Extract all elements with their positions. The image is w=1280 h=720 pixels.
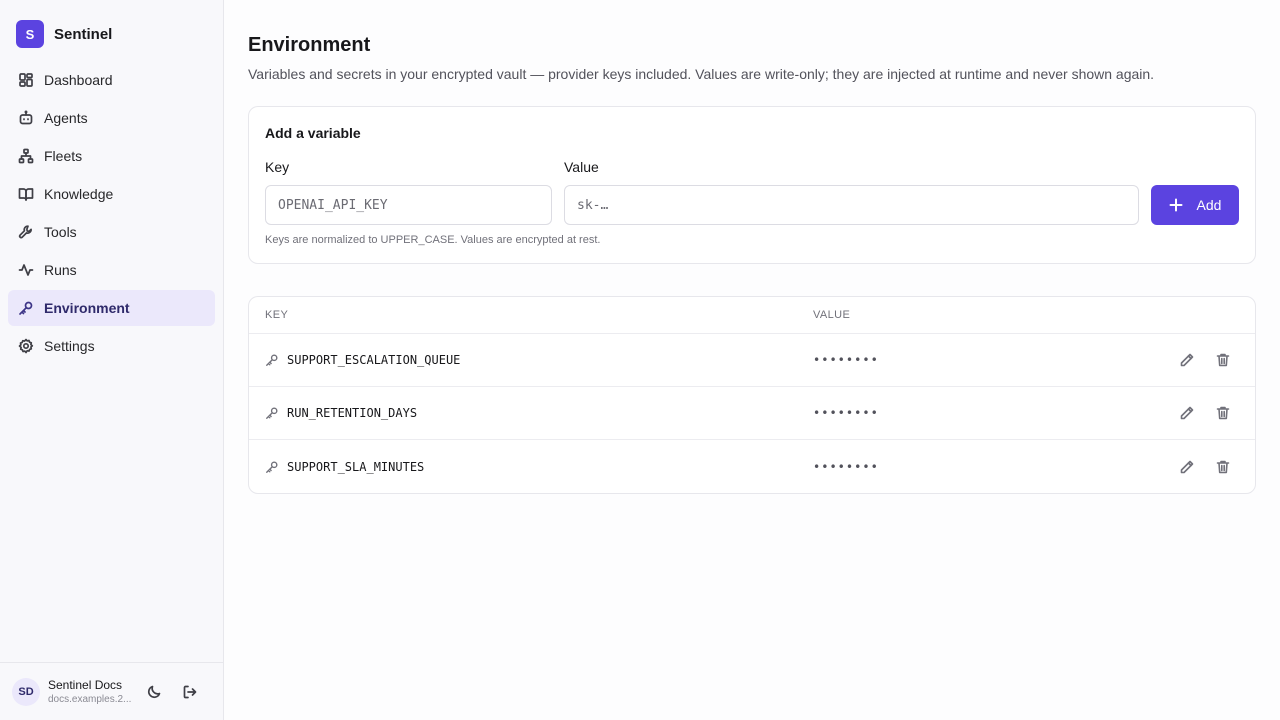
sidebar-item-label: Knowledge [44,186,114,202]
edit-button[interactable] [1173,346,1201,374]
row-value-masked: •••••••• [813,459,879,474]
bot-icon [18,110,34,126]
wrench-icon [18,224,34,240]
column-header-key: KEY [265,309,289,321]
key-icon [265,460,279,474]
page-description: Variables and secrets in your encrypted … [248,66,1155,82]
activity-icon [18,262,34,278]
trash-icon [1216,353,1230,367]
delete-button[interactable] [1209,399,1237,427]
sidebar-item-agents[interactable]: Agents [8,100,215,136]
sidebar-item-dashboard[interactable]: Dashboard [8,62,215,98]
sidebar: S Sentinel Dashboard Agents Fleets Knowl… [0,0,224,720]
sidebar-footer: SD Sentinel Docs docs.examples.2... [0,662,223,720]
plus-icon [1169,198,1183,212]
variables-table: KEY VALUE SUPPORT_ESCALATION_QUEUE •••••… [248,296,1256,494]
logout-button[interactable] [176,678,204,706]
book-icon [18,186,34,202]
theme-toggle-button[interactable] [140,678,168,706]
row-actions [1165,399,1237,427]
pencil-icon [1180,460,1194,473]
form-hint: Keys are normalized to UPPER_CASE. Value… [265,234,601,246]
sidebar-item-label: Agents [44,110,88,126]
add-button-label: Add [1196,197,1222,213]
moon-icon [147,685,161,698]
sidebar-nav: Dashboard Agents Fleets Knowledge Tools … [0,62,223,366]
delete-button[interactable] [1209,453,1237,481]
logout-icon [183,685,197,698]
avatar[interactable]: SD [12,677,40,706]
gear-icon [18,338,34,354]
column-header-value: VALUE [813,309,851,321]
user-host: docs.examples.2... [48,694,132,705]
row-key: RUN_RETENTION_DAYS [265,406,813,420]
add-variable-button[interactable]: Add [1151,185,1239,225]
key-icon [18,300,34,316]
table-row: RUN_RETENTION_DAYS •••••••• [249,387,1255,440]
key-input[interactable] [265,185,552,225]
trash-icon [1216,406,1230,420]
edit-button[interactable] [1173,453,1201,481]
row-actions [1165,346,1237,374]
key-field-group: Key [265,159,552,225]
row-key: SUPPORT_ESCALATION_QUEUE [265,353,813,367]
sidebar-item-label: Runs [44,262,77,278]
sidebar-item-label: Dashboard [44,72,113,88]
dashboard-icon [18,72,34,88]
sidebar-item-runs[interactable]: Runs [8,252,215,288]
row-key: SUPPORT_SLA_MINUTES [265,460,813,474]
add-variable-form: Key Value Add [265,159,1239,225]
sidebar-item-tools[interactable]: Tools [8,214,215,250]
card-title: Add a variable [265,125,361,141]
page-title: Environment [248,34,371,56]
row-key-text: SUPPORT_SLA_MINUTES [287,459,425,474]
sidebar-item-label: Settings [44,338,95,354]
row-value-masked: •••••••• [813,406,879,420]
pencil-icon [1180,353,1194,367]
value-label: Value [564,159,599,175]
delete-button[interactable] [1209,346,1237,374]
sidebar-item-label: Environment [44,300,130,316]
edit-button[interactable] [1173,399,1201,427]
brand-logo: S [16,20,44,48]
sidebar-item-knowledge[interactable]: Knowledge [8,176,215,212]
row-key-text: SUPPORT_ESCALATION_QUEUE [287,353,461,367]
trash-icon [1216,460,1230,473]
row-actions [1165,453,1237,481]
key-label: Key [265,159,290,175]
sidebar-item-settings[interactable]: Settings [8,328,215,364]
add-variable-card: Add a variable Key Value Add Keys are no… [248,106,1256,264]
table-header: KEY VALUE [249,297,1255,334]
table-row: SUPPORT_SLA_MINUTES •••••••• [249,440,1255,493]
key-icon [265,353,279,367]
table-row: SUPPORT_ESCALATION_QUEUE •••••••• [249,334,1255,387]
app: S Sentinel Dashboard Agents Fleets Knowl… [0,0,1280,720]
value-input[interactable] [564,185,1139,225]
sidebar-item-label: Tools [44,224,77,240]
network-icon [18,148,34,164]
sidebar-item-environment[interactable]: Environment [8,290,215,326]
brand-name: Sentinel [54,25,113,43]
key-icon [265,406,279,420]
row-value-masked: •••••••• [813,353,879,367]
main-content: Environment Variables and secrets in you… [224,0,1280,720]
user-meta: Sentinel Docs docs.examples.2... [48,678,132,705]
user-name: Sentinel Docs [48,678,123,692]
sidebar-item-label: Fleets [44,148,83,164]
sidebar-item-fleets[interactable]: Fleets [8,138,215,174]
brand[interactable]: S Sentinel [16,18,223,50]
value-field-group: Value [552,159,1139,225]
pencil-icon [1180,406,1194,420]
row-key-text: RUN_RETENTION_DAYS [287,406,418,420]
